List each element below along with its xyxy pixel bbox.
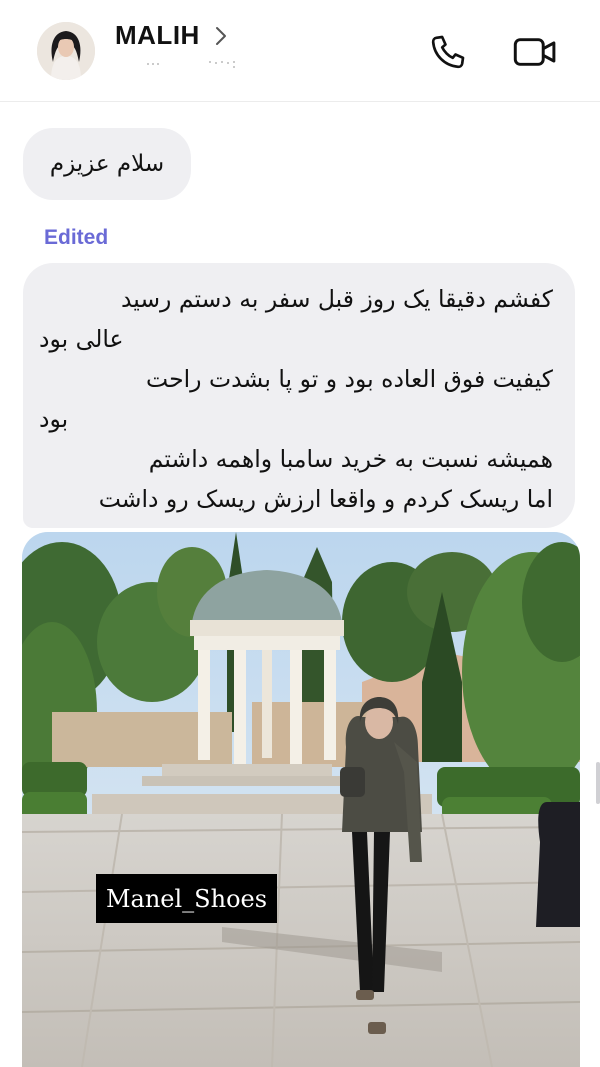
message-bubble[interactable]: کفشم دقیقا یک روز قبل سفر به دستم رسید ع…: [23, 263, 575, 528]
message-line: بود: [39, 399, 553, 439]
message-line: کیفیت فوق العاده بود و تو پا بشدت راحت: [146, 365, 553, 393]
contact-name-button[interactable]: MALIH: [115, 20, 232, 51]
video-camera-icon: [513, 38, 556, 66]
contact-name: MALIH: [115, 20, 200, 50]
chevron-right-icon: [215, 26, 226, 45]
message-line: همیشه نسبت به خرید سامبا واهمه داشتم: [148, 445, 553, 473]
message-line: کفشم دقیقا یک روز قبل سفر به دستم رسید: [120, 285, 553, 313]
status-dots: [147, 61, 235, 68]
scroll-handle[interactable]: [596, 762, 600, 804]
phone-icon: [431, 35, 465, 69]
video-call-button[interactable]: [511, 28, 559, 76]
call-button[interactable]: [424, 28, 472, 76]
message-line-text: عالی بود: [39, 325, 124, 353]
message-bubble[interactable]: سلام عزیزم: [23, 128, 191, 200]
message-line: عالی بود: [39, 319, 553, 359]
photo-message[interactable]: [22, 532, 580, 1067]
message-line-text: بود: [39, 405, 69, 433]
avatar[interactable]: [37, 22, 95, 80]
avatar-photo: [37, 22, 95, 80]
chat-header: MALIH: [0, 0, 600, 102]
edited-label: Edited: [44, 226, 109, 249]
message-line: اما ریسک کردم و واقعا ارزش ریسک رو داشت: [98, 485, 553, 513]
garden-photo: [22, 532, 580, 1067]
watermark-label: Manel_Shoes: [96, 874, 277, 923]
message-text: سلام عزیزم: [49, 151, 165, 177]
